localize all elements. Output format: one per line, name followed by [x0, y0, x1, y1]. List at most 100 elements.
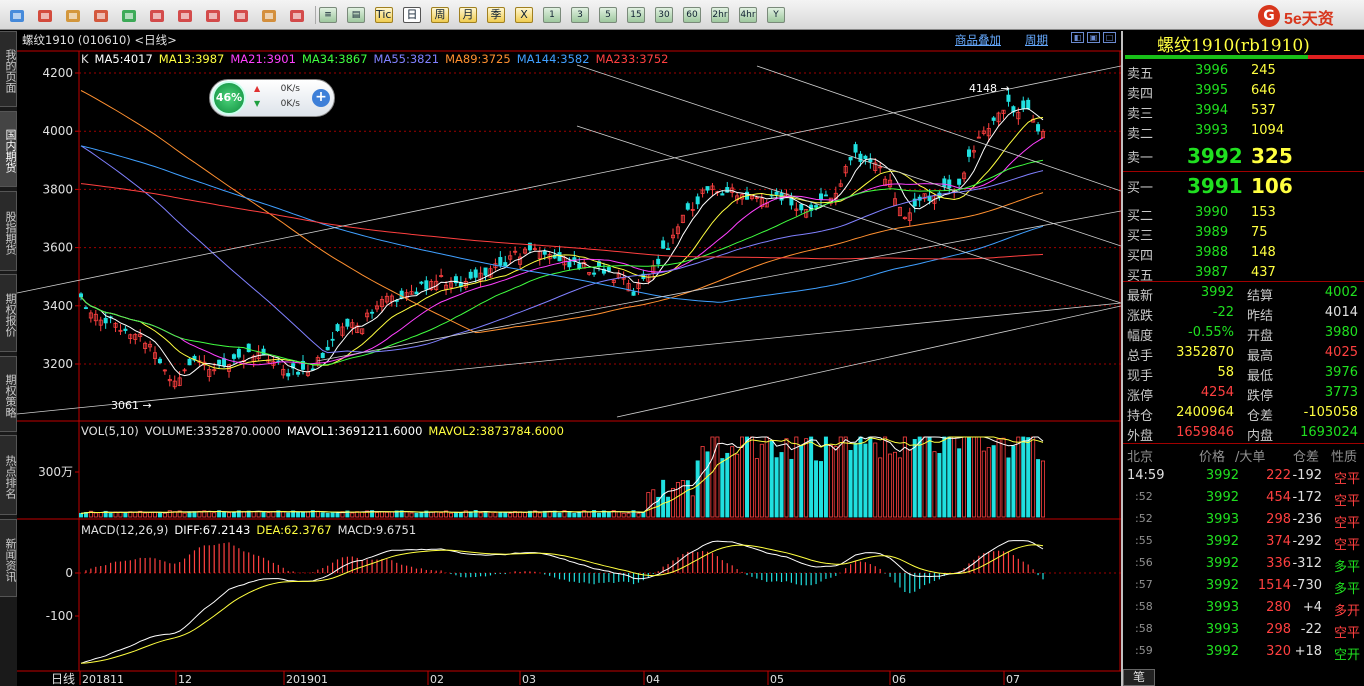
- candle-body: [661, 240, 666, 249]
- candle-body: [231, 354, 236, 359]
- volume-bar: [493, 512, 498, 518]
- volume-bar: [1021, 436, 1026, 518]
- candle-body: [967, 149, 972, 157]
- left-tab-1[interactable]: 我的页面: [0, 31, 17, 107]
- bid-row[interactable]: 买五 3987 437: [1123, 263, 1364, 284]
- candle-body: [858, 153, 863, 162]
- tab-trades[interactable]: 笔: [1123, 669, 1155, 686]
- period-button-11[interactable]: 30: [655, 7, 673, 23]
- add-icon[interactable]: +: [312, 89, 330, 107]
- stat-value: -22: [1212, 305, 1234, 320]
- back-icon[interactable]: [6, 6, 26, 24]
- left-tab-5[interactable]: 期权策略: [0, 356, 17, 432]
- volume-bar: [823, 436, 828, 518]
- f10-icon[interactable]: [90, 6, 110, 24]
- period-button-10[interactable]: 15: [627, 7, 645, 23]
- date-tick-label: 06: [892, 673, 906, 686]
- left-tab-6[interactable]: 热点排名: [0, 435, 17, 515]
- period-button-8[interactable]: 3: [571, 7, 589, 23]
- trade-diff: -236: [1292, 512, 1322, 527]
- volume-bar: [621, 512, 626, 518]
- trade-nature: 空平: [1333, 626, 1360, 641]
- stat-label: 最新: [1127, 289, 1154, 304]
- bid-price: 3987: [1195, 265, 1229, 280]
- period-button-13[interactable]: 2hr: [711, 7, 729, 23]
- candle-body: [498, 257, 503, 266]
- ask-row[interactable]: 卖二 3993 1094: [1123, 121, 1364, 142]
- period-button-6[interactable]: X: [515, 7, 533, 23]
- trade-price: 3992: [1205, 534, 1239, 549]
- date-tick-label: 07: [1006, 673, 1020, 686]
- ask-label: 卖五: [1127, 67, 1154, 82]
- candle-body: [567, 260, 572, 268]
- period-button-2[interactable]: 日: [403, 7, 421, 23]
- table-view-icon[interactable]: ≡: [319, 7, 337, 23]
- home-icon[interactable]: [34, 6, 54, 24]
- legend-item: MA233:3752: [595, 52, 669, 66]
- period-button-14[interactable]: 4hr: [739, 7, 757, 23]
- network-speed-widget[interactable]: 46% ▲ 0K/s ▼ 0K/s +: [209, 79, 335, 117]
- volume-bar: [853, 442, 858, 518]
- period-button-7[interactable]: 1: [543, 7, 561, 23]
- candle-body: [503, 262, 508, 267]
- volume-bar: [261, 511, 266, 518]
- restore-icon[interactable]: ▣: [1087, 32, 1100, 43]
- bid-row[interactable]: 买三 3989 75: [1123, 223, 1364, 244]
- low-price-label: 3061 →: [111, 399, 152, 412]
- bid-row[interactable]: 买一 3991 106: [1123, 174, 1364, 201]
- candle-body: [606, 267, 611, 272]
- ask-row[interactable]: 卖五 3996 245: [1123, 61, 1364, 82]
- candle-body: [666, 248, 671, 250]
- bid-row[interactable]: 买四 3988 148: [1123, 243, 1364, 264]
- volume-bar: [695, 460, 700, 518]
- ask-label: 卖二: [1127, 127, 1154, 142]
- volume-bar: [320, 512, 325, 518]
- period-button-15[interactable]: Y: [767, 7, 785, 23]
- volume-bar: [296, 511, 301, 518]
- tools-icon[interactable]: [258, 6, 278, 24]
- period-button-4[interactable]: 月: [459, 7, 477, 23]
- left-tab-3[interactable]: 股指期货: [0, 191, 17, 271]
- ask-row[interactable]: 卖一 3992 325: [1123, 144, 1364, 171]
- trade-nature: 空平: [1333, 516, 1360, 531]
- trade-row: :57 3992 1514 -730 多平: [1123, 576, 1364, 597]
- chart-area[interactable]: 4200 4000 3800 3600 3400 3200 4148 → 3061 → 300万…: [17, 31, 1121, 686]
- period-button-12[interactable]: 60: [683, 7, 701, 23]
- candle-body: [705, 186, 710, 191]
- volume-bar: [774, 457, 779, 518]
- ask-row[interactable]: 卖四 3995 646: [1123, 81, 1364, 102]
- trade-nature: 空平: [1333, 472, 1360, 487]
- period-button-9[interactable]: 5: [599, 7, 617, 23]
- candle-body: [187, 358, 192, 366]
- left-tab-4[interactable]: 期权报价: [0, 274, 17, 352]
- volume-bar: [508, 512, 513, 518]
- indicator-icon[interactable]: ▤: [347, 7, 365, 23]
- volume-bar: [646, 492, 651, 518]
- products-overlay-link[interactable]: 商品叠加: [955, 32, 1001, 48]
- refresh-icon[interactable]: [118, 6, 138, 24]
- period-button-1[interactable]: Tick: [375, 7, 393, 23]
- period-link[interactable]: 周期: [1025, 32, 1048, 48]
- filter-icon[interactable]: [286, 6, 306, 24]
- bid-row[interactable]: 买二 3990 153: [1123, 203, 1364, 224]
- window-icon[interactable]: [202, 6, 222, 24]
- candle-body: [957, 178, 962, 185]
- shrink-icon[interactable]: ◧: [1071, 32, 1084, 43]
- stat-label: 外盘: [1127, 429, 1154, 444]
- candle-body: [246, 343, 251, 353]
- left-tab-2[interactable]: 国内期货: [0, 111, 17, 187]
- kline-chart[interactable]: 4200 4000 3800 3600 3400 3200 4148 → 3061 → 300万…: [17, 31, 1121, 686]
- list-icon[interactable]: [62, 6, 82, 24]
- ask-row[interactable]: 卖三 3994 537: [1123, 101, 1364, 122]
- maximize-icon[interactable]: □: [1103, 32, 1116, 43]
- legend-item: DEA:62.3767: [256, 523, 332, 537]
- ma-legend: K MA5:4017 MA13:3987 MA21:3901 MA34:3867 MA55…: [81, 52, 674, 66]
- draw-icon[interactable]: [230, 6, 250, 24]
- zoom-out-icon[interactable]: [174, 6, 194, 24]
- period-button-3[interactable]: 周: [431, 7, 449, 23]
- zoom-in-icon[interactable]: [146, 6, 166, 24]
- period-button-5[interactable]: 季: [487, 7, 505, 23]
- volume-bar: [690, 495, 695, 518]
- candle-body: [868, 159, 873, 163]
- left-tab-7[interactable]: 新闻资讯: [0, 519, 17, 597]
